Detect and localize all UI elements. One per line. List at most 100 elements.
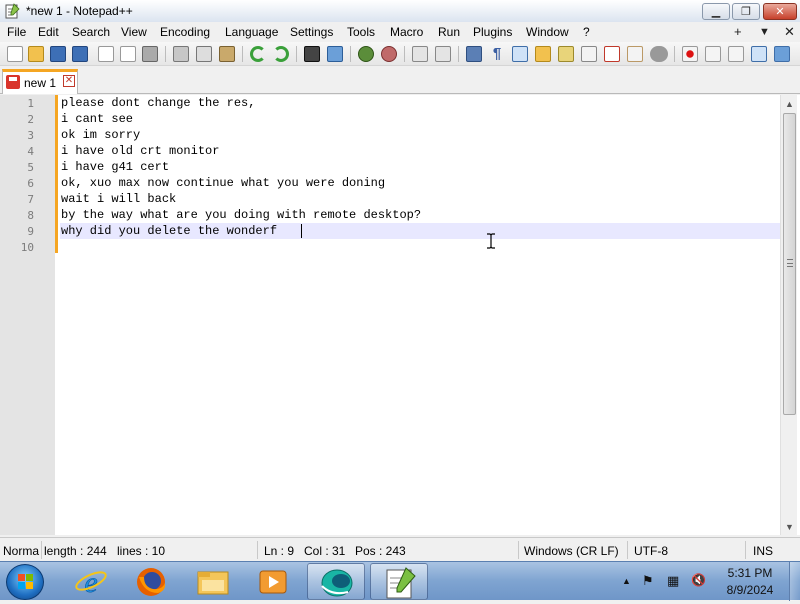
zoom-in-icon[interactable] (358, 46, 374, 62)
menu-language[interactable]: Language (225, 25, 278, 39)
close-tab-menu-icon[interactable]: ✕ (784, 24, 795, 40)
taskbar-media-player[interactable] (244, 563, 302, 600)
status-insert-mode[interactable]: INS (753, 544, 773, 558)
status-encoding[interactable]: UTF-8 (634, 544, 668, 558)
close-tab-button[interactable]: ✕ (63, 75, 75, 87)
svg-text:e: e (84, 566, 97, 599)
code-line[interactable]: i have old crt monitor (61, 144, 219, 158)
scroll-thumb[interactable] (783, 113, 796, 415)
menu-view[interactable]: View (121, 25, 147, 39)
code-line[interactable]: ok im sorry (61, 128, 140, 142)
windows-logo-icon (18, 574, 33, 589)
minimize-button[interactable]: ▁ (702, 3, 730, 20)
status-bar: Norma length : 244 lines : 10 Ln : 9 Col… (0, 537, 800, 561)
vertical-scrollbar[interactable]: ▲ ▼ (780, 95, 797, 535)
plugin-extra-icon[interactable] (650, 46, 668, 62)
status-separator (745, 541, 746, 559)
editor-area[interactable]: 1 2 3 4 5 6 7 8 9 10 please dont change … (0, 95, 800, 535)
status-ln: Ln : 9 (264, 544, 295, 558)
sync-vertical-icon[interactable] (412, 46, 428, 62)
network-icon[interactable]: ▦ (667, 573, 679, 589)
taskbar-firefox[interactable] (122, 563, 180, 600)
indent-guide-icon[interactable] (512, 46, 528, 62)
taskbar-remote-desktop[interactable] (307, 563, 365, 600)
action-center-flag-icon[interactable]: ⚑ (642, 573, 654, 589)
volume-muted-icon[interactable]: 🔇 (691, 573, 706, 587)
menu-macro[interactable]: Macro (390, 25, 423, 39)
code-line[interactable]: i cant see (61, 112, 133, 126)
menu-edit[interactable]: Edit (38, 25, 59, 39)
stop-macro-icon[interactable] (705, 46, 721, 62)
print-icon[interactable] (142, 46, 158, 62)
code-line[interactable]: i have g41 cert (61, 160, 169, 174)
scroll-up-arrow-icon[interactable]: ▲ (781, 95, 798, 112)
tab-new-1[interactable]: new 1 ✕ (2, 69, 78, 94)
line-number: 6 (27, 177, 34, 190)
menu-run[interactable]: Run (438, 25, 460, 39)
cut-icon[interactable] (173, 46, 189, 62)
tab-list-dropdown-icon[interactable]: ▼ (759, 26, 770, 38)
menu-settings[interactable]: Settings (290, 25, 333, 39)
close-all-icon[interactable] (120, 46, 136, 62)
record-macro-icon[interactable] (682, 46, 698, 62)
start-button[interactable] (6, 564, 44, 600)
taskbar-internet-explorer[interactable]: e (62, 563, 120, 600)
tray-show-hidden-icon[interactable]: ▲ (622, 576, 631, 586)
taskbar-notepadpp[interactable] (370, 563, 428, 600)
status-length: length : 244 (44, 544, 107, 558)
clock-time[interactable]: 5:31 PM (722, 566, 778, 580)
zoom-out-icon[interactable] (381, 46, 397, 62)
document-list-icon[interactable] (604, 46, 620, 62)
folder-as-workspace-icon[interactable] (535, 46, 551, 62)
new-file-icon[interactable] (7, 46, 23, 62)
menu-plugins[interactable]: Plugins (473, 25, 512, 39)
status-eol[interactable]: Windows (CR LF) (524, 544, 619, 558)
show-all-chars-icon[interactable]: ¶ (489, 46, 505, 62)
status-separator (41, 541, 42, 559)
line-number: 3 (27, 129, 34, 142)
copy-icon[interactable] (196, 46, 212, 62)
change-history-bar (55, 95, 58, 253)
taskbar-file-explorer[interactable] (184, 563, 242, 600)
toolbar-separator (404, 46, 405, 62)
notepadpp-app-icon (5, 3, 20, 19)
show-desktop-button[interactable] (789, 562, 800, 601)
function-list-icon[interactable] (581, 46, 597, 62)
menu-encoding[interactable]: Encoding (160, 25, 210, 39)
open-file-icon[interactable] (28, 46, 44, 62)
close-window-button[interactable]: ✕ (763, 3, 797, 20)
undo-icon[interactable] (250, 46, 266, 62)
document-map-icon[interactable] (558, 46, 574, 62)
word-wrap-icon[interactable] (466, 46, 482, 62)
find-icon[interactable] (304, 46, 320, 62)
run-macro-multiple-icon[interactable] (751, 46, 767, 62)
redo-icon[interactable] (273, 46, 289, 62)
close-icon[interactable] (98, 46, 114, 62)
menu-file[interactable]: File (7, 25, 26, 39)
tab-label: new 1 (24, 76, 57, 90)
clock-date[interactable]: 8/9/2024 (722, 583, 778, 597)
code-line[interactable]: wait i will back (61, 192, 176, 206)
code-line[interactable]: ok, xuo max now continue what you were d… (61, 176, 385, 190)
save-all-icon[interactable] (72, 46, 88, 62)
menu-help[interactable]: ? (583, 25, 590, 39)
sync-horizontal-icon[interactable] (435, 46, 451, 62)
menu-search[interactable]: Search (72, 25, 110, 39)
replace-icon[interactable] (327, 46, 343, 62)
scroll-down-arrow-icon[interactable]: ▼ (781, 518, 798, 535)
code-line[interactable]: by the way what are you doing with remot… (61, 208, 421, 222)
line-number: 7 (27, 193, 34, 206)
menu-tools[interactable]: Tools (347, 25, 375, 39)
new-tab-plus-icon[interactable]: + (734, 24, 742, 39)
code-line[interactable]: please dont change the res, (61, 96, 255, 110)
play-macro-icon[interactable] (728, 46, 744, 62)
ibeam-cursor-icon (487, 233, 495, 249)
code-line[interactable]: why did you delete the wonderf (61, 224, 277, 238)
save-macro-icon[interactable] (774, 46, 790, 62)
title-bar: *new 1 - Notepad++ ▁ ❐ ✕ (0, 0, 800, 22)
paste-icon[interactable] (219, 46, 235, 62)
menu-window[interactable]: Window (526, 25, 569, 39)
save-icon[interactable] (50, 46, 66, 62)
plugin-icon[interactable] (627, 46, 643, 62)
maximize-button[interactable]: ❐ (732, 3, 760, 20)
